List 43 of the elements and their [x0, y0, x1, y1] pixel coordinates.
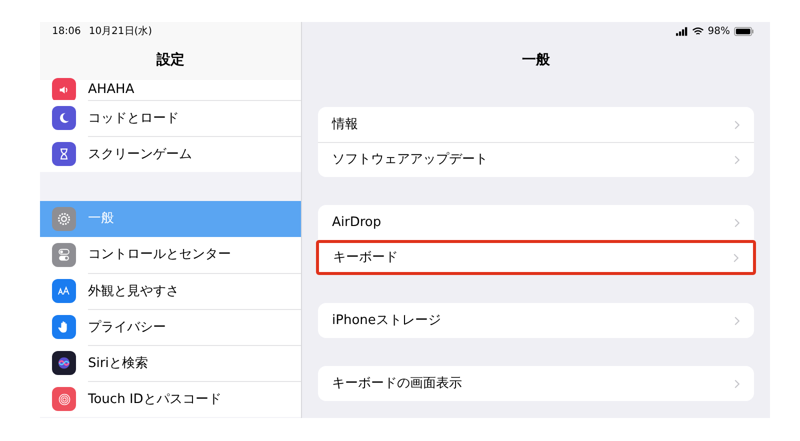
chevron-icon — [733, 252, 739, 262]
gear-icon — [52, 207, 76, 231]
settings-row[interactable]: AirDrop — [318, 205, 754, 240]
status-date: 10月21日(水) — [88, 24, 152, 38]
wifi-icon — [692, 26, 704, 36]
settings-row-label: iPhoneストレージ — [332, 312, 442, 330]
settings-row[interactable]: ソフトウェアアップデート — [318, 142, 754, 177]
status-time: 18:06 — [52, 24, 81, 38]
settings-row[interactable]: iPhoneストレージ — [318, 303, 754, 338]
hand-icon — [52, 315, 76, 339]
fingerprint-icon — [52, 387, 76, 411]
sidebar-item-label: コントロールとセンター — [88, 246, 231, 264]
battery-icon — [734, 26, 754, 36]
siri-icon — [52, 351, 76, 375]
toggles-icon — [52, 243, 76, 267]
settings-row-label: AirDrop — [332, 214, 382, 232]
chevron-icon — [734, 155, 740, 165]
settings-row[interactable]: キーボードの画面表示 — [318, 366, 754, 401]
sidebar-item-label: AHAHA — [88, 81, 134, 100]
sidebar-item-label: コッドとロード — [88, 110, 179, 128]
text-size-icon — [52, 279, 76, 303]
chevron-icon — [734, 218, 740, 228]
detail-title: 一般 — [522, 50, 550, 70]
settings-row[interactable]: キーボード — [316, 240, 756, 275]
sidebar-item-label: スクリーンゲーム — [88, 146, 192, 164]
chevron-icon — [734, 378, 740, 388]
sidebar-item-label: Touch IDとパスコード — [88, 390, 222, 409]
settings-row-label: 情報 — [332, 116, 359, 134]
sidebar-item-label: 一般 — [88, 210, 114, 228]
moon-icon — [52, 106, 76, 130]
sidebar-title: 設定 — [156, 50, 184, 70]
settings-row[interactable]: 情報 — [318, 107, 754, 142]
settings-row-label: ソフトウェアアップデート — [332, 151, 489, 170]
sidebar-item-label: Siriと検索 — [88, 354, 148, 373]
settings-row-label: キーボードの画面表示 — [332, 374, 463, 393]
sidebar-item-label: 外観と見やすさ — [88, 282, 179, 301]
chevron-icon — [734, 316, 740, 326]
hourglass-icon — [52, 142, 76, 166]
settings-row-label: キーボード — [333, 248, 399, 267]
battery-percent: 98% — [708, 24, 730, 38]
signal-icon — [676, 26, 688, 36]
chevron-icon — [734, 120, 740, 130]
sidebar-item-label: プライバシー — [88, 318, 166, 337]
